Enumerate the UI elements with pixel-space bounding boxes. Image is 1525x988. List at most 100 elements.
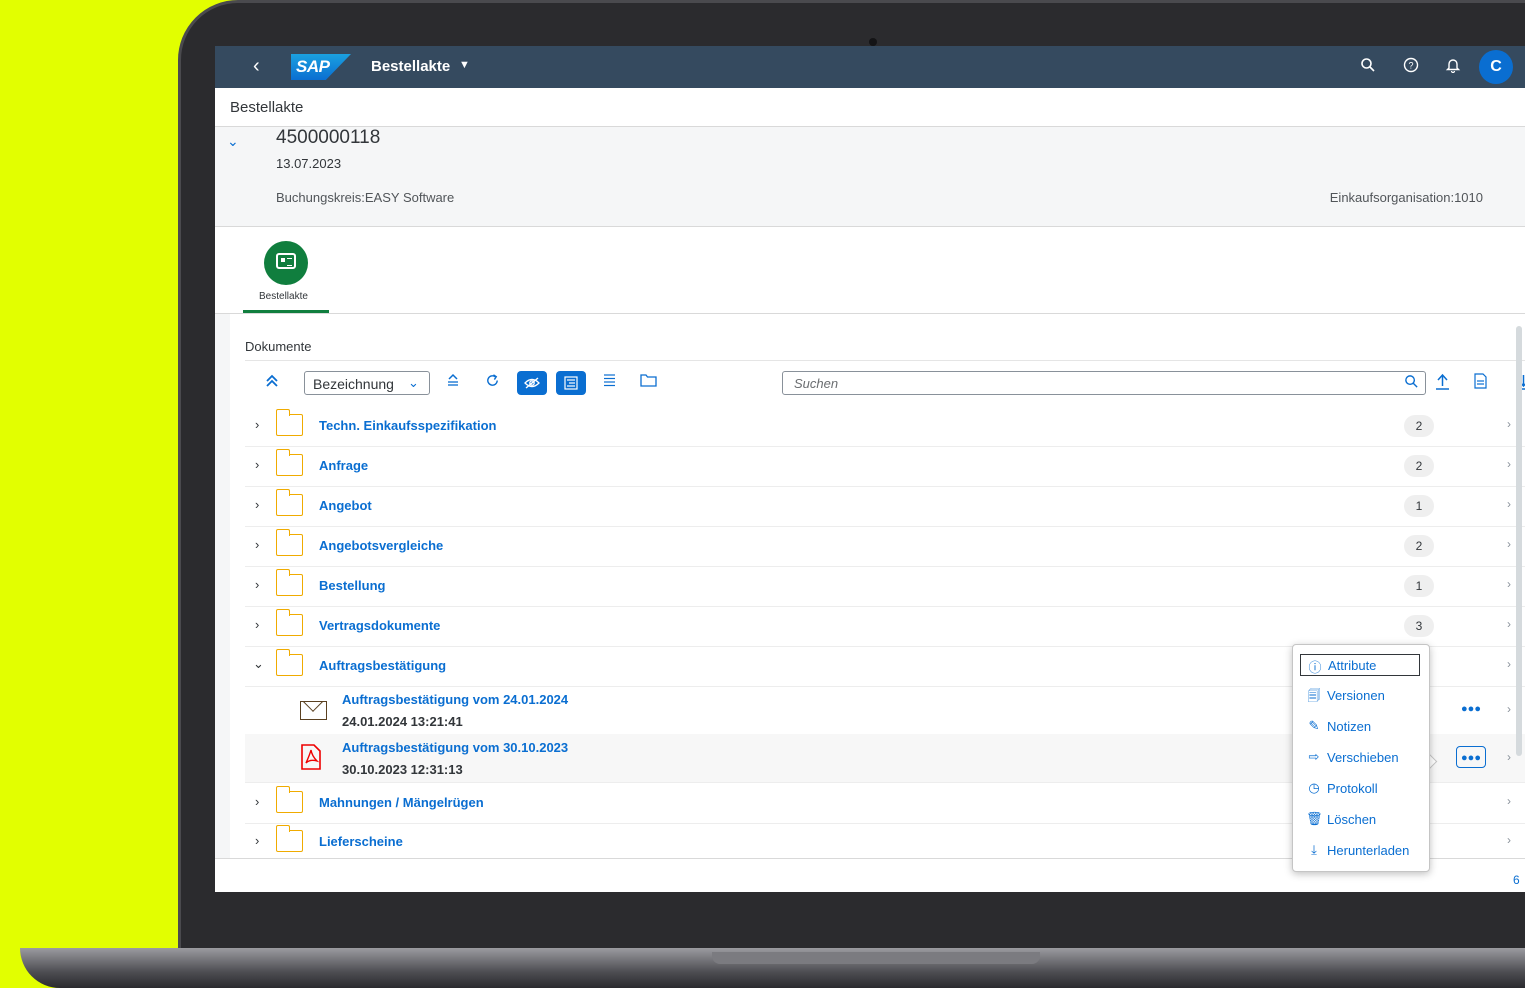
menu-item-label: Verschieben: [1327, 750, 1399, 765]
chevron-right-icon[interactable]: ›: [255, 497, 259, 512]
menu-item-label: Löschen: [1327, 812, 1377, 827]
more-icon[interactable]: ●●●: [1456, 698, 1486, 720]
menu-item-label: Protokoll: [1327, 781, 1378, 796]
avatar[interactable]: C: [1479, 50, 1513, 84]
back-icon[interactable]: ‹: [253, 55, 260, 78]
tab-selected-indicator: [243, 310, 329, 313]
navigation-arrow-icon[interactable]: ›: [1507, 750, 1511, 764]
folder-name[interactable]: Anfrage: [319, 458, 368, 473]
menu-item-versionen[interactable]: 🗐 Versionen: [1300, 685, 1420, 707]
laptop-notch: [712, 952, 1040, 964]
folder-row[interactable]: › Vertragsdokumente 3 ›: [245, 606, 1525, 647]
menu-item-verschieben[interactable]: ⇨ Verschieben: [1300, 747, 1420, 769]
folder-row[interactable]: › Techn. Einkaufsspezifikation 2 ›: [245, 406, 1525, 447]
menu-item-attribute[interactable]: ⓘ Attribute: [1300, 654, 1420, 676]
menu-item-label: Notizen: [1327, 719, 1372, 734]
page-header: Bestellakte: [215, 88, 1525, 127]
navigation-arrow-icon[interactable]: ›: [1507, 417, 1511, 431]
navigation-arrow-icon[interactable]: ›: [1507, 457, 1511, 471]
sap-logo[interactable]: SAP: [291, 54, 351, 80]
chevron-down-icon[interactable]: ⌄: [227, 133, 239, 150]
folder-name[interactable]: Lieferscheine: [319, 834, 403, 849]
refresh-icon[interactable]: [485, 373, 500, 392]
navigation-arrow-icon[interactable]: ›: [1507, 497, 1511, 511]
notes-icon: ✎: [1308, 718, 1320, 733]
sort-icon[interactable]: [446, 373, 460, 391]
tab-bestellakte-label[interactable]: Bestellakte: [259, 291, 308, 302]
folder-name[interactable]: Vertragsdokumente: [319, 618, 440, 633]
navigation-arrow-icon[interactable]: ›: [1507, 833, 1511, 847]
search-icon[interactable]: [1404, 374, 1419, 392]
folder-name[interactable]: Techn. Einkaufsspezifikation: [319, 418, 496, 433]
navigation-arrow-icon[interactable]: ›: [1507, 702, 1511, 716]
menu-item-protokoll[interactable]: ◷ Protokoll: [1300, 778, 1420, 800]
detail-view-icon[interactable]: [556, 371, 586, 395]
document-title[interactable]: Auftragsbestätigung vom 30.10.2023: [342, 740, 568, 755]
navigation-arrow-icon[interactable]: ›: [1507, 577, 1511, 591]
pdf-icon: [301, 744, 321, 770]
menu-item-herunterladen[interactable]: ⤓ Herunterladen: [1300, 840, 1420, 862]
folder-row[interactable]: › Bestellung 1 ›: [245, 566, 1525, 607]
folder-name[interactable]: Bestellung: [319, 578, 385, 593]
sort-select-value: Bezeichnung: [313, 376, 394, 392]
chevron-right-icon[interactable]: ›: [255, 577, 259, 592]
folder-name[interactable]: Angebotsvergleiche: [319, 538, 443, 553]
page-title: Bestellakte: [230, 99, 304, 116]
navigation-arrow-icon[interactable]: ›: [1507, 657, 1511, 671]
sort-select[interactable]: Bezeichnung ⌄: [304, 371, 430, 395]
chevron-right-icon[interactable]: ›: [255, 833, 259, 848]
search-icon[interactable]: [1360, 57, 1376, 78]
folder-row[interactable]: › Anfrage 2 ›: [245, 446, 1525, 487]
navigation-arrow-icon[interactable]: ›: [1507, 794, 1511, 808]
folder-name[interactable]: Mahnungen / Mängelrügen: [319, 795, 484, 810]
menu-item-label: Versionen: [1327, 688, 1385, 703]
svg-text:?: ?: [1408, 61, 1413, 71]
count-badge: 1: [1404, 575, 1434, 597]
tab-bestellakte-icon[interactable]: [264, 241, 308, 285]
folder-name[interactable]: Angebot: [319, 498, 372, 513]
collapse-all-icon[interactable]: [264, 373, 280, 393]
chevron-right-icon[interactable]: ›: [255, 794, 259, 809]
navigation-arrow-icon[interactable]: ›: [1507, 537, 1511, 551]
object-date: 13.07.2023: [276, 156, 342, 171]
upload-icon[interactable]: [1435, 373, 1450, 395]
document-title[interactable]: Auftragsbestätigung vom 24.01.2024: [342, 692, 568, 707]
folder-icon[interactable]: [640, 373, 657, 391]
folder-icon: [275, 569, 303, 596]
chevron-right-icon[interactable]: ›: [255, 417, 259, 432]
document-date: 30.10.2023 12:31:13: [342, 762, 463, 777]
chevron-right-icon[interactable]: ›: [255, 457, 259, 472]
more-icon[interactable]: ●●●: [1456, 746, 1486, 768]
folder-icon: [275, 449, 303, 476]
folder-row[interactable]: › Angebot 1 ›: [245, 486, 1525, 527]
menu-item-label: Herunterladen: [1327, 843, 1410, 858]
help-icon[interactable]: ?: [1403, 57, 1419, 78]
search-input[interactable]: Suchen: [782, 371, 1426, 395]
shell-title[interactable]: Bestellakte: [371, 58, 450, 75]
folder-icon: [275, 786, 303, 813]
navigation-arrow-icon[interactable]: ›: [1507, 617, 1511, 631]
move-icon: ⇨: [1308, 749, 1320, 764]
hide-icon[interactable]: [517, 371, 547, 395]
scrollbar[interactable]: [1516, 326, 1522, 756]
menu-item-notizen[interactable]: ✎ Notizen: [1300, 716, 1420, 738]
menu-item-loeschen[interactable]: 🗑 Löschen: [1300, 809, 1420, 831]
folder-name[interactable]: Auftragsbestätigung: [319, 658, 446, 673]
list-icon[interactable]: [603, 373, 616, 391]
chevron-down-icon[interactable]: ⌄: [253, 656, 264, 672]
chevron-down-icon: ⌄: [408, 375, 419, 390]
folder-row[interactable]: › Angebotsvergleiche 2 ›: [245, 526, 1525, 567]
download-icon: ⤓: [1311, 842, 1317, 857]
search-placeholder: Suchen: [794, 376, 839, 391]
document-scan-icon[interactable]: [1473, 373, 1488, 393]
folder-icon: [275, 609, 303, 636]
einkaufsorganisation-label: Einkaufsorganisation:1010: [1329, 190, 1483, 205]
chevron-right-icon[interactable]: ›: [255, 537, 259, 552]
folder-icon: [275, 529, 303, 556]
bell-icon[interactable]: [1445, 57, 1461, 78]
object-header: ⌄ 4500000118 13.07.2023 Buchungskreis:EA…: [215, 127, 1525, 227]
context-menu: ⓘ Attribute 🗐 Versionen ✎ Notizen ⇨ Vers…: [1292, 644, 1430, 872]
delete-icon: 🗑: [1306, 811, 1323, 826]
chevron-right-icon[interactable]: ›: [255, 617, 259, 632]
caret-down-icon[interactable]: ▼: [459, 59, 470, 71]
